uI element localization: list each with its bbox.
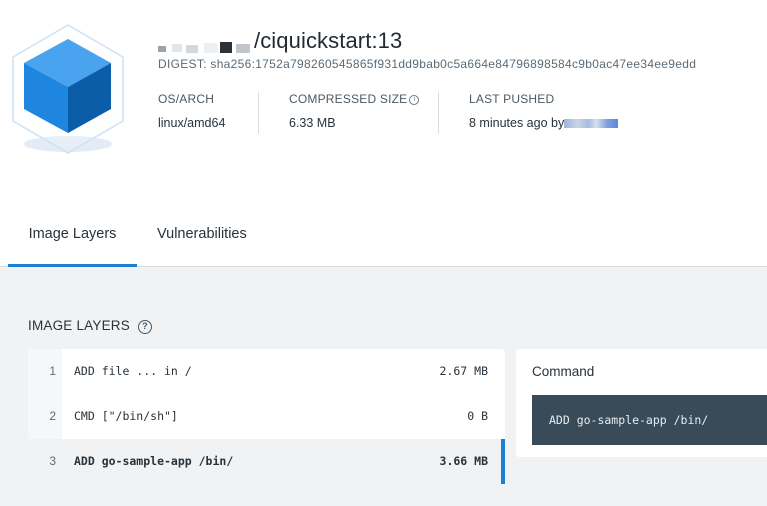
layer-size: 3.66 MB [439, 454, 488, 468]
command-text: ADD go-sample-app /bin/ [549, 413, 709, 427]
image-digest: DIGEST: sha256:1752a798260545865f931dd9b… [158, 57, 697, 71]
layer-number: 3 [28, 439, 62, 484]
help-icon[interactable]: ? [137, 320, 152, 334]
selection-indicator [501, 439, 505, 484]
image-title-text: /ciquickstart:13 [254, 28, 403, 53]
layer-row[interactable]: 2 CMD ["/bin/sh"] 0 B [28, 394, 505, 439]
compressed-size-label: COMPRESSED SIZE [289, 92, 408, 106]
layer-command: CMD ["/bin/sh"] [74, 409, 178, 423]
last-pushed-label: LAST PUSHED [469, 92, 555, 106]
layer-row[interactable]: 1 ADD file ... in / 2.67 MB [28, 349, 505, 394]
os-arch-label: OS/ARCH [158, 92, 215, 106]
redacted-username [564, 119, 619, 128]
layers-list: 1 ADD file ... in / 2.67 MB 2 CMD ["/bin… [28, 349, 505, 484]
image-header: /ciquickstart:13 DIGEST: sha256:1752a798… [0, 0, 767, 200]
layer-command: ADD file ... in / [74, 364, 192, 378]
compressed-size-block: COMPRESSED SIZE i 6.33 MB [258, 92, 438, 134]
os-arch-block: OS/ARCH linux/amd64 [158, 92, 258, 134]
layers-content: IMAGE LAYERS? 1 ADD file ... in / 2.67 M… [0, 267, 767, 506]
tab-vulnerabilities[interactable]: Vulnerabilities [157, 200, 247, 267]
last-pushed-value: 8 minutes ago by [469, 116, 565, 130]
command-panel-label: Command [532, 364, 595, 379]
cube-logo-icon [12, 24, 124, 154]
layer-number: 2 [28, 394, 62, 439]
info-icon[interactable]: i [409, 95, 420, 105]
command-code-box: ADD go-sample-app /bin/ [532, 395, 767, 445]
layer-size: 2.67 MB [439, 364, 488, 378]
tab-image-layers[interactable]: Image Layers [8, 200, 137, 267]
layer-size: 0 B [467, 409, 488, 423]
layer-number: 1 [28, 349, 62, 394]
os-arch-value: linux/amd64 [158, 116, 226, 130]
layer-row-selected[interactable]: 3 ADD go-sample-app /bin/ 3.66 MB [28, 439, 505, 484]
command-panel: Command ADD go-sample-app /bin/ [516, 349, 767, 457]
redacted-namespace [158, 34, 254, 54]
layer-command: ADD go-sample-app /bin/ [74, 454, 234, 468]
layers-section-label: IMAGE LAYERS [28, 318, 130, 333]
compressed-size-value: 6.33 MB [289, 116, 336, 130]
tab-bar: Image Layers Vulnerabilities [0, 200, 767, 267]
last-pushed-block: LAST PUSHED 8 minutes ago by [438, 92, 638, 134]
image-title: /ciquickstart:13 [158, 28, 402, 54]
layers-section-title: IMAGE LAYERS? [28, 318, 152, 334]
